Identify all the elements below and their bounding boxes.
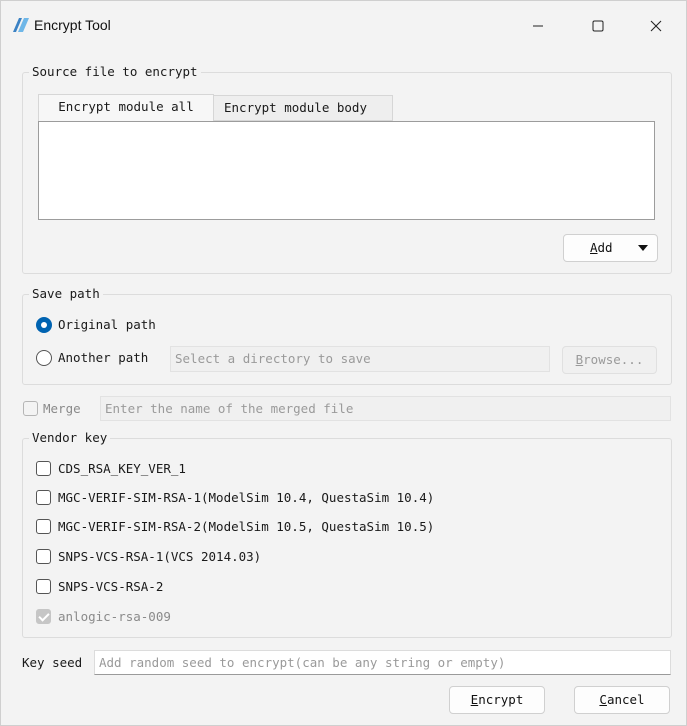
encrypt-button[interactable]: Encrypt [449,686,545,714]
original-path-radio[interactable] [36,317,52,333]
key-seed-input[interactable]: Add random seed to encrypt(can be any st… [94,650,671,675]
vendor-key-label-anlogic: anlogic-rsa-009 [58,609,171,624]
vendor-key-checkbox-snps-2[interactable] [36,579,51,594]
close-button[interactable] [634,11,678,41]
add-label-rest: dd [597,240,613,255]
vendor-key-label-mgc-1[interactable]: MGC-VERIF-SIM-RSA-1(ModelSim 10.4, Quest… [58,490,434,506]
app-logo-icon [13,18,29,32]
source-file-list[interactable] [38,121,655,220]
encrypt-label-rest: ncrypt [478,692,524,707]
vendor-key-label-cds[interactable]: CDS_RSA_KEY_VER_1 [58,461,186,477]
merge-filename-placeholder: Enter the name of the merged file [105,401,354,416]
minimize-icon [533,25,543,27]
save-directory-placeholder: Select a directory to save [175,351,371,366]
merge-label: Merge [43,401,81,416]
another-path-label[interactable]: Another path [58,350,148,366]
tab-label: Encrypt module body [224,100,367,115]
tab-encrypt-module-body[interactable]: Encrypt module body [213,95,393,121]
vendor-key-group-title: Vendor key [29,430,111,446]
minimize-button[interactable] [516,11,560,41]
vendor-key-label-mgc-2[interactable]: MGC-VERIF-SIM-RSA-2(ModelSim 10.5, Quest… [58,519,434,535]
window-title: Encrypt Tool [34,17,111,33]
tab-encrypt-module-all[interactable]: Encrypt module all [38,94,214,122]
vendor-key-checkbox-cds[interactable] [36,461,51,476]
vendor-key-label-snps-1[interactable]: SNPS-VCS-RSA-1(VCS 2014.03) [58,549,261,565]
add-dropdown-button[interactable]: Add [563,234,658,262]
cancel-label-rest: ancel [606,692,645,707]
original-path-label[interactable]: Original path [58,317,156,333]
add-mnemonic: A [590,240,598,255]
tab-label: Encrypt module all [58,99,194,114]
merge-filename-input[interactable]: Enter the name of the merged file [100,396,671,421]
vendor-key-checkbox-mgc-2[interactable] [36,519,51,534]
cancel-mnemonic: C [599,692,607,707]
browse-label-rest: rowse... [583,352,644,367]
browse-button[interactable]: Browse... [562,346,657,374]
key-seed-label: Key seed [22,655,83,670]
source-file-group-title: Source file to encrypt [29,64,201,80]
title-bar[interactable]: Encrypt Tool [1,1,686,51]
maximize-button[interactable] [576,11,620,41]
maximize-icon [592,20,604,32]
key-seed-placeholder: Add random seed to encrypt(can be any st… [99,655,506,670]
save-path-group-title: Save path [29,286,103,302]
vendor-key-label-snps-2[interactable]: SNPS-VCS-RSA-2 [58,579,163,595]
vendor-key-checkbox-snps-1[interactable] [36,549,51,564]
merge-checkbox[interactable] [23,401,38,416]
another-path-radio[interactable] [36,350,52,366]
caret-down-icon [638,245,648,251]
encrypt-tool-window: Encrypt Tool Source file to encrypt Encr… [0,0,687,726]
cancel-button[interactable]: Cancel [574,686,670,714]
close-icon [650,20,662,32]
vendor-key-checkbox-mgc-1[interactable] [36,490,51,505]
vendor-key-checkbox-anlogic [36,609,51,624]
save-directory-input[interactable]: Select a directory to save [170,346,550,372]
